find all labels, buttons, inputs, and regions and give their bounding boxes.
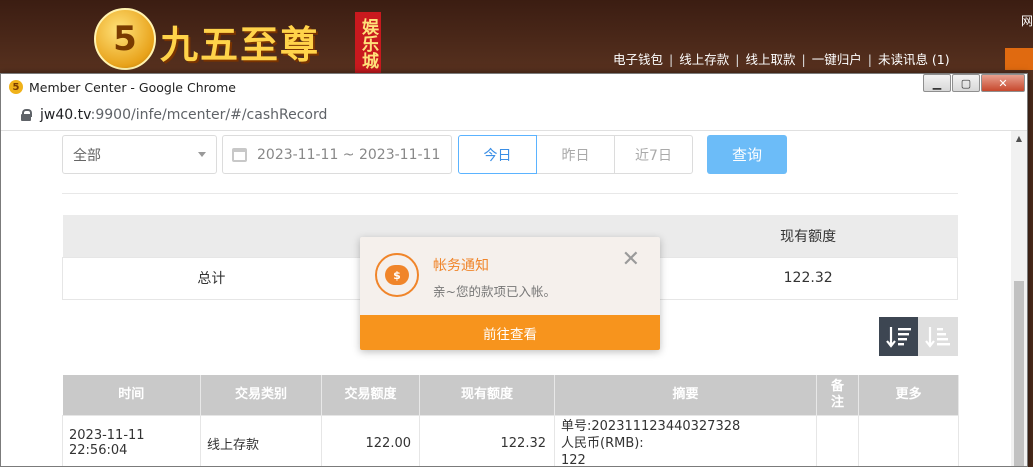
date-range-input[interactable]: 2023-11-11 ~ 2023-11-11	[222, 135, 452, 174]
site-corner-text: 网	[1020, 14, 1033, 28]
yesterday-button[interactable]: 昨日	[536, 135, 615, 174]
summary-line: 人民币(RMB):	[561, 435, 644, 451]
column-header[interactable]: 更多	[858, 375, 959, 415]
nav-online-withdraw[interactable]: 线上取款	[745, 52, 795, 67]
column-header[interactable]: 交易类别	[200, 375, 322, 415]
window-controls: ▁ ▢ ✕	[922, 74, 1025, 92]
view-now-button[interactable]: 前往查看	[360, 315, 660, 350]
chrome-window: 5 Member Center - Google Chrome ▁ ▢ ✕ jw…	[0, 73, 1028, 467]
close-button[interactable]: ✕	[981, 74, 1025, 92]
nav-online-deposit[interactable]: 线上存款	[679, 52, 729, 67]
url-path: :9900/infe/mcenter/#/cashRecord	[90, 107, 328, 123]
column-header[interactable]: 交易额度	[321, 375, 420, 415]
quick-date-group: 今日 昨日 近7日	[458, 135, 693, 174]
site-logo-icon: 5	[94, 8, 156, 70]
scroll-up-icon[interactable]: ▲	[1011, 131, 1027, 145]
chevron-down-icon	[198, 152, 206, 157]
records-table: 时间 交易类别 交易额度 现有额度 摘要 备注 更多 2023-11-11 22…	[62, 375, 959, 467]
nav-unread-messages[interactable]: 未读讯息 (1)	[878, 52, 950, 67]
cell-more[interactable]	[858, 414, 959, 466]
window-title: Member Center - Google Chrome	[29, 79, 237, 95]
url-text[interactable]: jw40.tv:9900/infe/mcenter/#/cashRecord	[40, 107, 327, 123]
column-header[interactable]: 摘要	[554, 375, 817, 415]
select-value: 全部	[73, 147, 101, 164]
site-corner-button[interactable]	[1005, 48, 1033, 70]
nav-separator: |	[735, 52, 740, 67]
summary-total-label: 总计	[62, 256, 361, 300]
maximize-button[interactable]: ▢	[952, 74, 980, 92]
site-logo-text: 九五至尊	[160, 22, 321, 67]
calendar-icon	[232, 148, 247, 162]
scroll-thumb[interactable]	[1014, 281, 1024, 466]
summary-line: 单号:202311123440327328	[561, 418, 741, 434]
column-header[interactable]: 备注	[816, 375, 859, 415]
column-header[interactable]: 时间	[62, 375, 201, 415]
summary-balance: 122.32	[658, 256, 958, 300]
today-button[interactable]: 今日	[458, 135, 537, 174]
last-7-days-button[interactable]: 近7日	[614, 135, 693, 174]
summary-line: 122	[561, 452, 586, 467]
transaction-type-select[interactable]: 全部	[62, 135, 217, 174]
lock-icon	[21, 109, 32, 121]
divider	[62, 193, 958, 194]
records-header-row: 时间 交易类别 交易额度 现有额度 摘要 备注 更多	[62, 375, 959, 415]
date-range-value: 2023-11-11 ~ 2023-11-11	[257, 146, 441, 163]
notification-icon: $	[375, 253, 419, 297]
column-header[interactable]: 现有额度	[419, 375, 555, 415]
cell-type: 线上存款	[200, 414, 322, 466]
notification-title: 帐务通知	[433, 258, 489, 274]
site-header: 5 九五至尊 娱乐城 电子钱包 | 线上存款 | 线上取款 | 一键归户 | 未读讯息 (1) …	[0, 0, 1033, 80]
cell-balance: 122.32	[419, 414, 555, 466]
nav-separator: |	[867, 52, 872, 67]
nav-separator: |	[669, 52, 674, 67]
nav-one-click-transfer[interactable]: 一键归户	[812, 52, 862, 67]
sort-descending-icon	[885, 326, 911, 348]
cell-amount: 122.00	[321, 414, 420, 466]
nav-separator: |	[801, 52, 806, 67]
sort-ascending-icon	[925, 326, 950, 348]
title-bar[interactable]: 5 Member Center - Google Chrome ▁ ▢ ✕	[1, 74, 1027, 100]
minimize-button[interactable]: ▁	[923, 74, 951, 92]
table-row[interactable]: 2023-11-11 22:56:04 线上存款 122.00 122.32 单…	[62, 414, 959, 467]
address-bar[interactable]: jw40.tv:9900/infe/mcenter/#/cashRecord	[1, 100, 1027, 131]
page-content: 全部 2023-11-11 ~ 2023-11-11 今日 昨日 近7日 查询 …	[1, 131, 1013, 467]
notification-popup: $ 帐务通知 亲~您的款项已入帐。 ✕ 前往查看	[360, 237, 660, 350]
coin-chat-icon: $	[385, 265, 409, 285]
sort-ascending-button[interactable]	[918, 317, 958, 356]
sort-descending-button[interactable]	[879, 317, 918, 356]
cell-note	[816, 414, 859, 466]
summary-header-balance: 现有额度	[658, 215, 958, 257]
query-button[interactable]: 查询	[707, 135, 787, 174]
close-icon[interactable]: ✕	[622, 249, 640, 271]
site-nav: 电子钱包 | 线上存款 | 线上取款 | 一键归户 | 未读讯息 (1)	[613, 49, 950, 68]
nav-e-wallet[interactable]: 电子钱包	[613, 52, 663, 67]
notification-message: 亲~您的款项已入帐。	[433, 284, 556, 299]
cell-time: 2023-11-11 22:56:04	[62, 414, 201, 466]
app-icon: 5	[9, 80, 23, 94]
summary-header-blank	[62, 215, 361, 257]
cell-summary: 单号:202311123440327328 人民币(RMB): 122	[554, 414, 817, 467]
vertical-scrollbar[interactable]: ▲	[1011, 131, 1027, 466]
url-host: jw40.tv	[40, 107, 91, 123]
site-logo-tag: 娱乐城	[355, 12, 381, 74]
